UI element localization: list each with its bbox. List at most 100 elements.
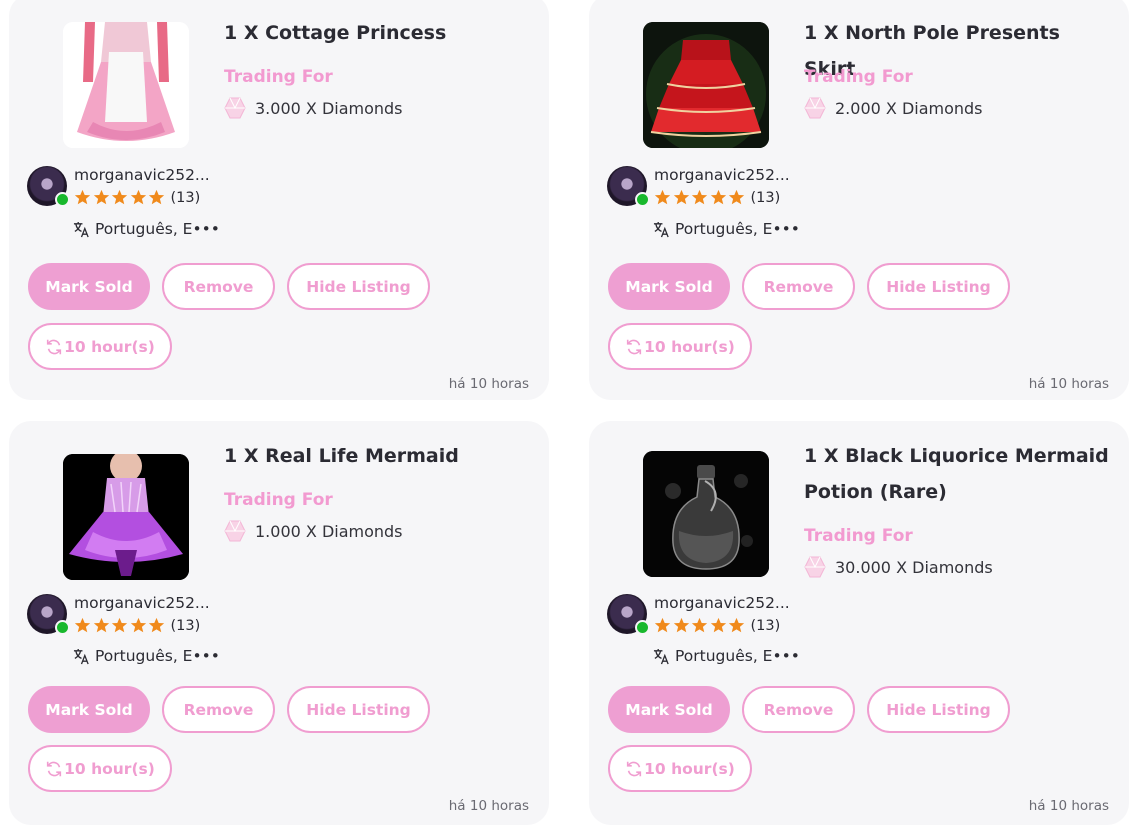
trading-for-label: Trading For — [224, 490, 333, 510]
refresh-label: 10 hour(s) — [64, 759, 155, 778]
hide-listing-button[interactable]: Hide Listing — [287, 263, 430, 310]
timestamp: há 10 horas — [1028, 798, 1109, 814]
refresh-button[interactable]: 10 hour(s) — [608, 745, 752, 792]
star-icon — [691, 189, 708, 205]
diamond-icon — [804, 97, 826, 119]
pink-dress-thumbnail[interactable] — [63, 22, 189, 148]
mark-sold-button[interactable]: Mark Sold — [28, 686, 150, 733]
online-indicator — [55, 620, 70, 635]
rating: (13) — [654, 189, 780, 206]
seller-name[interactable]: morganavic252... — [654, 594, 790, 612]
listings-grid: 1 X Cottage Princess Trading For 3.000 X… — [0, 0, 1135, 829]
trading-for-label: Trading For — [804, 526, 913, 546]
star-icon — [654, 189, 671, 205]
price-text: 3.000 X Diamonds — [255, 98, 403, 118]
remove-button[interactable]: Remove — [162, 263, 275, 310]
red-skirt-thumbnail[interactable] — [643, 22, 769, 148]
hide-listing-button[interactable]: Hide Listing — [287, 686, 430, 733]
seller-languages: Português, E••• — [73, 220, 220, 238]
seller-info: morganavic252... (13) — [27, 594, 327, 638]
diamond-icon — [804, 556, 826, 578]
translate-icon — [73, 648, 89, 664]
star-icon — [710, 189, 726, 205]
refresh-button[interactable]: 10 hour(s) — [28, 745, 172, 792]
star-icon — [130, 189, 146, 205]
translate-icon — [73, 221, 89, 237]
seller-languages: Português, E••• — [73, 647, 220, 665]
price: 1.000 X Diamonds — [224, 518, 403, 544]
star-icon — [728, 617, 745, 633]
rating: (13) — [654, 617, 780, 634]
trading-for-label: Trading For — [804, 67, 913, 87]
refresh-button[interactable]: 10 hour(s) — [608, 323, 752, 370]
translate-icon — [653, 221, 669, 237]
mark-sold-button[interactable]: Mark Sold — [608, 263, 730, 310]
star-icon — [728, 189, 745, 205]
hide-listing-button[interactable]: Hide Listing — [867, 263, 1010, 310]
remove-button[interactable]: Remove — [742, 686, 855, 733]
star-icon — [148, 617, 165, 633]
star-icon — [93, 189, 109, 205]
seller-info: morganavic252... (13) — [27, 166, 327, 210]
seller-info: morganavic252... (13) — [607, 166, 907, 210]
seller-name[interactable]: morganavic252... — [74, 166, 210, 184]
avatar[interactable] — [27, 166, 70, 207]
refresh-icon — [627, 339, 642, 354]
listing-title[interactable]: 1 X Black Liquorice Mermaid Potion (Rare… — [804, 438, 1114, 510]
rating-count: (13) — [170, 617, 201, 634]
refresh-label: 10 hour(s) — [644, 759, 735, 778]
listing-title[interactable]: 1 X Cottage Princess — [224, 15, 534, 51]
online-indicator — [55, 192, 70, 207]
listing-card: 1 X Real Life Mermaid Trading For 1.000 … — [9, 421, 549, 825]
star-icon — [130, 617, 146, 633]
mark-sold-button[interactable]: Mark Sold — [28, 263, 150, 310]
listing-card: 1 X North Pole Presents Skirt Trading Fo… — [589, 0, 1129, 400]
star-icon — [111, 189, 128, 205]
price-text: 30.000 X Diamonds — [835, 557, 993, 577]
avatar[interactable] — [607, 166, 650, 207]
seller-languages: Português, E••• — [653, 647, 800, 665]
seller-name[interactable]: morganavic252... — [74, 594, 210, 612]
listing-card: 1 X Black Liquorice Mermaid Potion (Rare… — [589, 421, 1129, 825]
diamond-icon — [224, 97, 246, 119]
remove-button[interactable]: Remove — [162, 686, 275, 733]
online-indicator — [635, 620, 650, 635]
refresh-label: 10 hour(s) — [64, 337, 155, 356]
price: 2.000 X Diamonds — [804, 95, 983, 121]
languages-text: Português, E••• — [675, 647, 800, 665]
rating-count: (13) — [170, 189, 201, 206]
refresh-icon — [47, 339, 62, 354]
listing-card: 1 X Cottage Princess Trading For 3.000 X… — [9, 0, 549, 400]
potion-bottle-thumbnail[interactable] — [643, 451, 769, 577]
seller-info: morganavic252... (13) — [607, 594, 907, 638]
star-icon — [148, 189, 165, 205]
rating-count: (13) — [750, 617, 781, 634]
refresh-icon — [627, 761, 642, 776]
seller-name[interactable]: morganavic252... — [654, 166, 790, 184]
mark-sold-button[interactable]: Mark Sold — [608, 686, 730, 733]
diamond-icon — [224, 520, 246, 542]
mermaid-dress-thumbnail[interactable] — [63, 454, 189, 580]
refresh-button[interactable]: 10 hour(s) — [28, 323, 172, 370]
price: 3.000 X Diamonds — [224, 95, 403, 121]
star-icon — [691, 617, 708, 633]
star-icon — [654, 617, 671, 633]
hide-listing-button[interactable]: Hide Listing — [867, 686, 1010, 733]
languages-text: Português, E••• — [675, 220, 800, 238]
price: 30.000 X Diamonds — [804, 554, 993, 580]
avatar[interactable] — [607, 594, 650, 635]
star-icon — [74, 189, 91, 205]
refresh-label: 10 hour(s) — [644, 337, 735, 356]
rating: (13) — [74, 189, 200, 206]
avatar[interactable] — [27, 594, 70, 635]
remove-button[interactable]: Remove — [742, 263, 855, 310]
star-icon — [74, 617, 91, 633]
translate-icon — [653, 648, 669, 664]
star-icon — [93, 617, 109, 633]
star-icon — [673, 189, 689, 205]
listing-title[interactable]: 1 X Real Life Mermaid — [224, 438, 534, 474]
languages-text: Português, E••• — [95, 220, 220, 238]
timestamp: há 10 horas — [1028, 376, 1109, 392]
timestamp: há 10 horas — [448, 376, 529, 392]
star-icon — [710, 617, 726, 633]
